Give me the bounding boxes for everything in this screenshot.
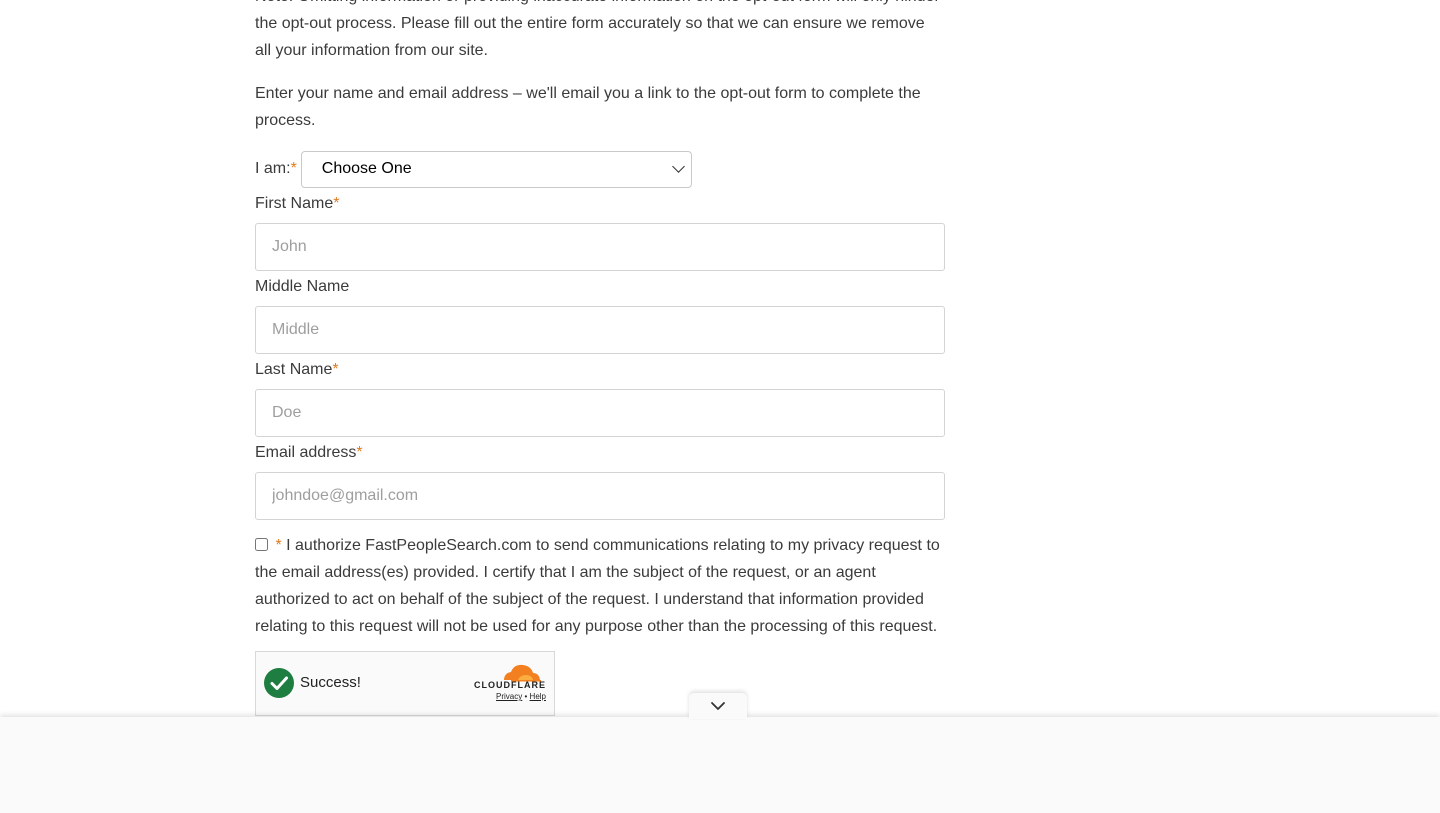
iam-label: I am:*: [255, 160, 297, 178]
iam-select-value: Choose One: [321, 160, 412, 177]
authorize-text: I authorize FastPeopleSearch.com to send…: [255, 537, 940, 635]
middle-name-input[interactable]: [255, 306, 945, 354]
collapse-ad-button[interactable]: [689, 693, 747, 719]
required-mark: *: [333, 195, 340, 212]
captcha-links: Privacy • Help: [496, 692, 546, 701]
required-mark: *: [290, 160, 297, 177]
bottom-ad-bar: [0, 717, 1440, 813]
captcha-status: Success!: [300, 674, 361, 691]
first-name-label: First Name*: [255, 188, 945, 220]
first-name-label-text: First Name: [255, 195, 334, 212]
intro-instructions: Enter your name and email address – we'l…: [255, 85, 921, 129]
last-name-input[interactable]: [255, 389, 945, 437]
email-label: Email address*: [255, 437, 945, 469]
required-mark: *: [275, 537, 282, 554]
link-separator: •: [524, 692, 528, 701]
iam-row: I am:* Choose One: [255, 150, 945, 188]
authorize-checkbox[interactable]: [255, 538, 268, 551]
iam-select[interactable]: Choose One: [300, 150, 692, 188]
last-name-label: Last Name*: [255, 354, 945, 386]
last-name-label-text: Last Name: [255, 361, 333, 378]
help-link[interactable]: Help: [530, 692, 546, 701]
privacy-link[interactable]: Privacy: [496, 692, 522, 701]
iam-label-text: I am:: [255, 160, 291, 177]
cloudflare-brand: CLOUDFLARE: [474, 680, 546, 690]
authorize-consent: * I authorize FastPeopleSearch.com to se…: [255, 532, 945, 640]
check-circle-icon: [264, 668, 294, 698]
first-name-input[interactable]: [255, 223, 945, 271]
required-mark: *: [356, 444, 363, 461]
chevron-down-icon: [711, 702, 725, 710]
page: Note: Omitting information or providing …: [0, 0, 1440, 813]
middle-name-label: Middle Name: [255, 278, 350, 295]
opt-out-form-section: Note: Omitting information or providing …: [255, 0, 945, 716]
email-input[interactable]: [255, 472, 945, 520]
chevron-down-icon: [671, 160, 685, 173]
required-mark: *: [332, 361, 339, 378]
cloudflare-turnstile[interactable]: Success! CLOUDFLARE Privacy • Help: [255, 651, 555, 716]
email-label-text: Email address: [255, 444, 357, 461]
intro-note: Note: Omitting information or providing …: [255, 0, 940, 59]
